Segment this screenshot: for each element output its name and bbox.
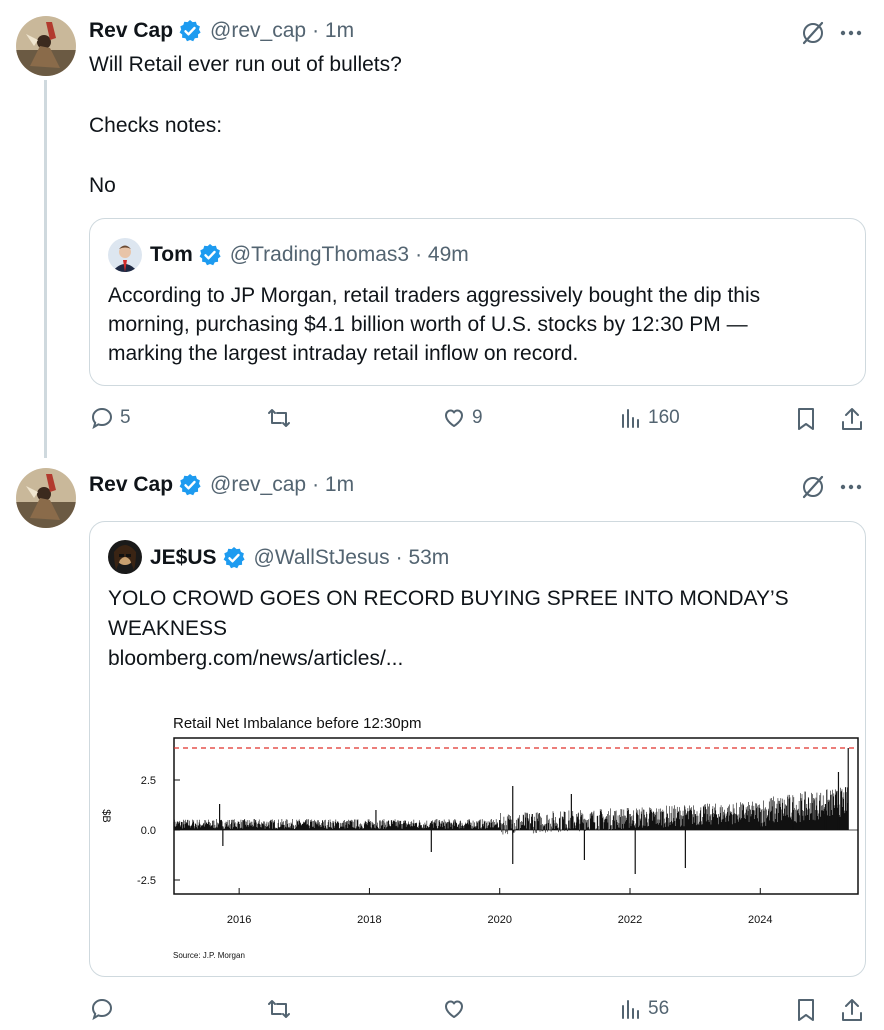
y-axis-label: $B [100,809,112,822]
grok-icon[interactable] [800,20,826,51]
timestamp[interactable]: · 1m [312,18,354,44]
tweet-header: Rev Cap @rev_cap · 1m [89,18,354,44]
avatar[interactable] [16,16,76,76]
repost-button[interactable] [265,406,299,430]
grok-icon[interactable] [800,474,826,505]
quoted-text: YOLO CROWD GOES ON RECORD BUYING SPREE I… [108,587,789,610]
bookmark-icon [798,408,814,430]
quoted-tweet[interactable]: JE$US @WallStJesus · 53m YOLO CROWD GOES… [89,521,866,977]
bookmark-button[interactable] [795,997,817,1023]
chart-title: Retail Net Imbalance before 12:30pm [173,715,421,732]
heart-icon [445,1000,463,1018]
x-tick-label: 2016 [227,914,251,926]
more-options-icon[interactable] [838,474,864,505]
verified-badge-icon [179,474,201,496]
repost-icon [268,1000,290,1018]
verified-badge-icon [199,244,221,266]
quoted-header: JE$US @WallStJesus · 53m [150,545,449,571]
quoted-avatar[interactable] [108,540,142,574]
author-handle[interactable]: @rev_cap [210,472,306,498]
share-icon [842,408,862,430]
quoted-tweet[interactable]: Tom @TradingThomas3 · 49m According to J… [89,218,866,386]
repost-icon [268,409,290,427]
views-count: 160 [648,407,680,428]
reply-button[interactable] [90,997,120,1021]
quoted-timestamp: · 49m [415,243,469,266]
more-options-icon[interactable] [838,20,864,51]
bookmark-icon [798,999,814,1021]
y-tick-label: -2.5 [137,875,156,887]
reply-icon [91,407,113,430]
share-icon [842,999,862,1021]
author-name[interactable]: Rev Cap [89,18,173,44]
quoted-text: According to JP Morgan, retail traders a… [108,284,761,307]
views-button[interactable]: 160 [620,406,680,430]
author-handle[interactable]: @rev_cap [210,18,306,44]
avatar[interactable] [16,468,76,528]
bookmark-button[interactable] [795,406,817,432]
quoted-handle: @TradingThomas3 [229,243,410,266]
share-button[interactable] [840,406,864,432]
author-name[interactable]: Rev Cap [89,472,173,498]
quoted-handle: @WallStJesus [253,546,390,569]
tweet-text: Checks notes: [89,114,223,137]
quoted-text: marking the largest intraday retail infl… [108,342,579,365]
quoted-author-name: Tom [150,243,193,266]
quoted-avatar[interactable] [108,238,142,272]
x-tick-label: 2024 [748,914,772,926]
like-button[interactable] [442,997,472,1021]
x-tick-label: 2018 [357,914,381,926]
tweet-header: Rev Cap @rev_cap · 1m [89,472,354,498]
share-button[interactable] [840,997,864,1023]
repost-button[interactable] [265,997,299,1021]
like-button[interactable]: 9 [442,406,483,430]
views-count: 56 [648,998,670,1019]
reply-icon [91,998,113,1021]
heart-icon [445,409,463,427]
series-bars [173,787,849,835]
tweet-text: Will Retail ever run out of bullets? [89,53,402,76]
x-tick-label: 2022 [618,914,642,926]
quoted-link[interactable]: bloomberg.com/news/articles/... [108,644,403,673]
quoted-text: morning, purchasing $4.1 billion worth o… [108,313,748,336]
views-chart-icon [622,409,639,428]
quoted-timestamp: · 53m [395,546,450,569]
reply-button[interactable]: 5 [90,406,131,430]
x-tick-label: 2020 [487,914,511,926]
tweet-text: No [89,174,116,197]
quoted-author-name: JE$US [150,546,217,569]
chart-image[interactable]: Retail Net Imbalance before 12:30pm 2.5 0.… [91,692,864,967]
quoted-text: WEAKNESS [108,617,228,640]
retail-imbalance-chart: Retail Net Imbalance before 12:30pm 2.5 0.… [100,715,859,960]
views-button[interactable]: 56 [620,997,669,1021]
views-chart-icon [622,1000,639,1019]
verified-badge-icon [223,547,245,569]
timestamp[interactable]: · 1m [312,472,354,498]
like-count: 9 [472,407,483,428]
reply-count: 5 [120,407,131,428]
quoted-header: Tom @TradingThomas3 · 49m [150,242,469,268]
y-tick-label: 0.0 [141,825,156,837]
thread-line [44,80,47,458]
y-tick-label: 2.5 [141,775,156,787]
chart-source: Source: J.P. Morgan [173,951,245,960]
verified-badge-icon [179,20,201,42]
